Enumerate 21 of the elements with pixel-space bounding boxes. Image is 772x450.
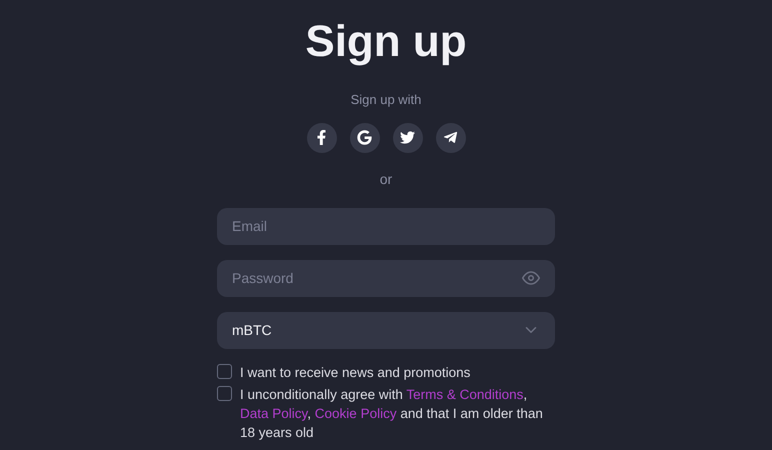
social-label: Sign up with: [350, 91, 422, 109]
policy-link[interactable]: Terms & Conditions: [406, 386, 524, 402]
social-login-button[interactable]: [392, 122, 422, 152]
consent-text: I want to receive news and promotions: [240, 364, 470, 382]
twitter-icon: [400, 130, 415, 145]
email-field[interactable]: Email: [217, 208, 555, 244]
google-icon: [357, 130, 372, 145]
policy-link[interactable]: Data Policy: [240, 406, 308, 420]
separator-text: or: [380, 170, 392, 188]
checkbox[interactable]: [217, 386, 232, 400]
social-login-button[interactable]: [306, 122, 336, 152]
checkbox[interactable]: [217, 364, 232, 378]
policy-link[interactable]: Cookie Policy: [314, 406, 397, 420]
currency-select[interactable]: mBTC: [217, 312, 555, 348]
page-title: Sign up: [305, 16, 467, 68]
eye-icon[interactable]: [522, 269, 540, 287]
consent-text: I unconditionally agree with Terms & Conditions, Data Policy, Cookie Policy and that I am older than 18 years old: [240, 386, 544, 442]
social-login-button[interactable]: [436, 122, 466, 152]
password-field[interactable]: Password: [217, 260, 555, 296]
social-login-button[interactable]: [350, 122, 380, 152]
paper-plane-icon: [443, 130, 458, 145]
